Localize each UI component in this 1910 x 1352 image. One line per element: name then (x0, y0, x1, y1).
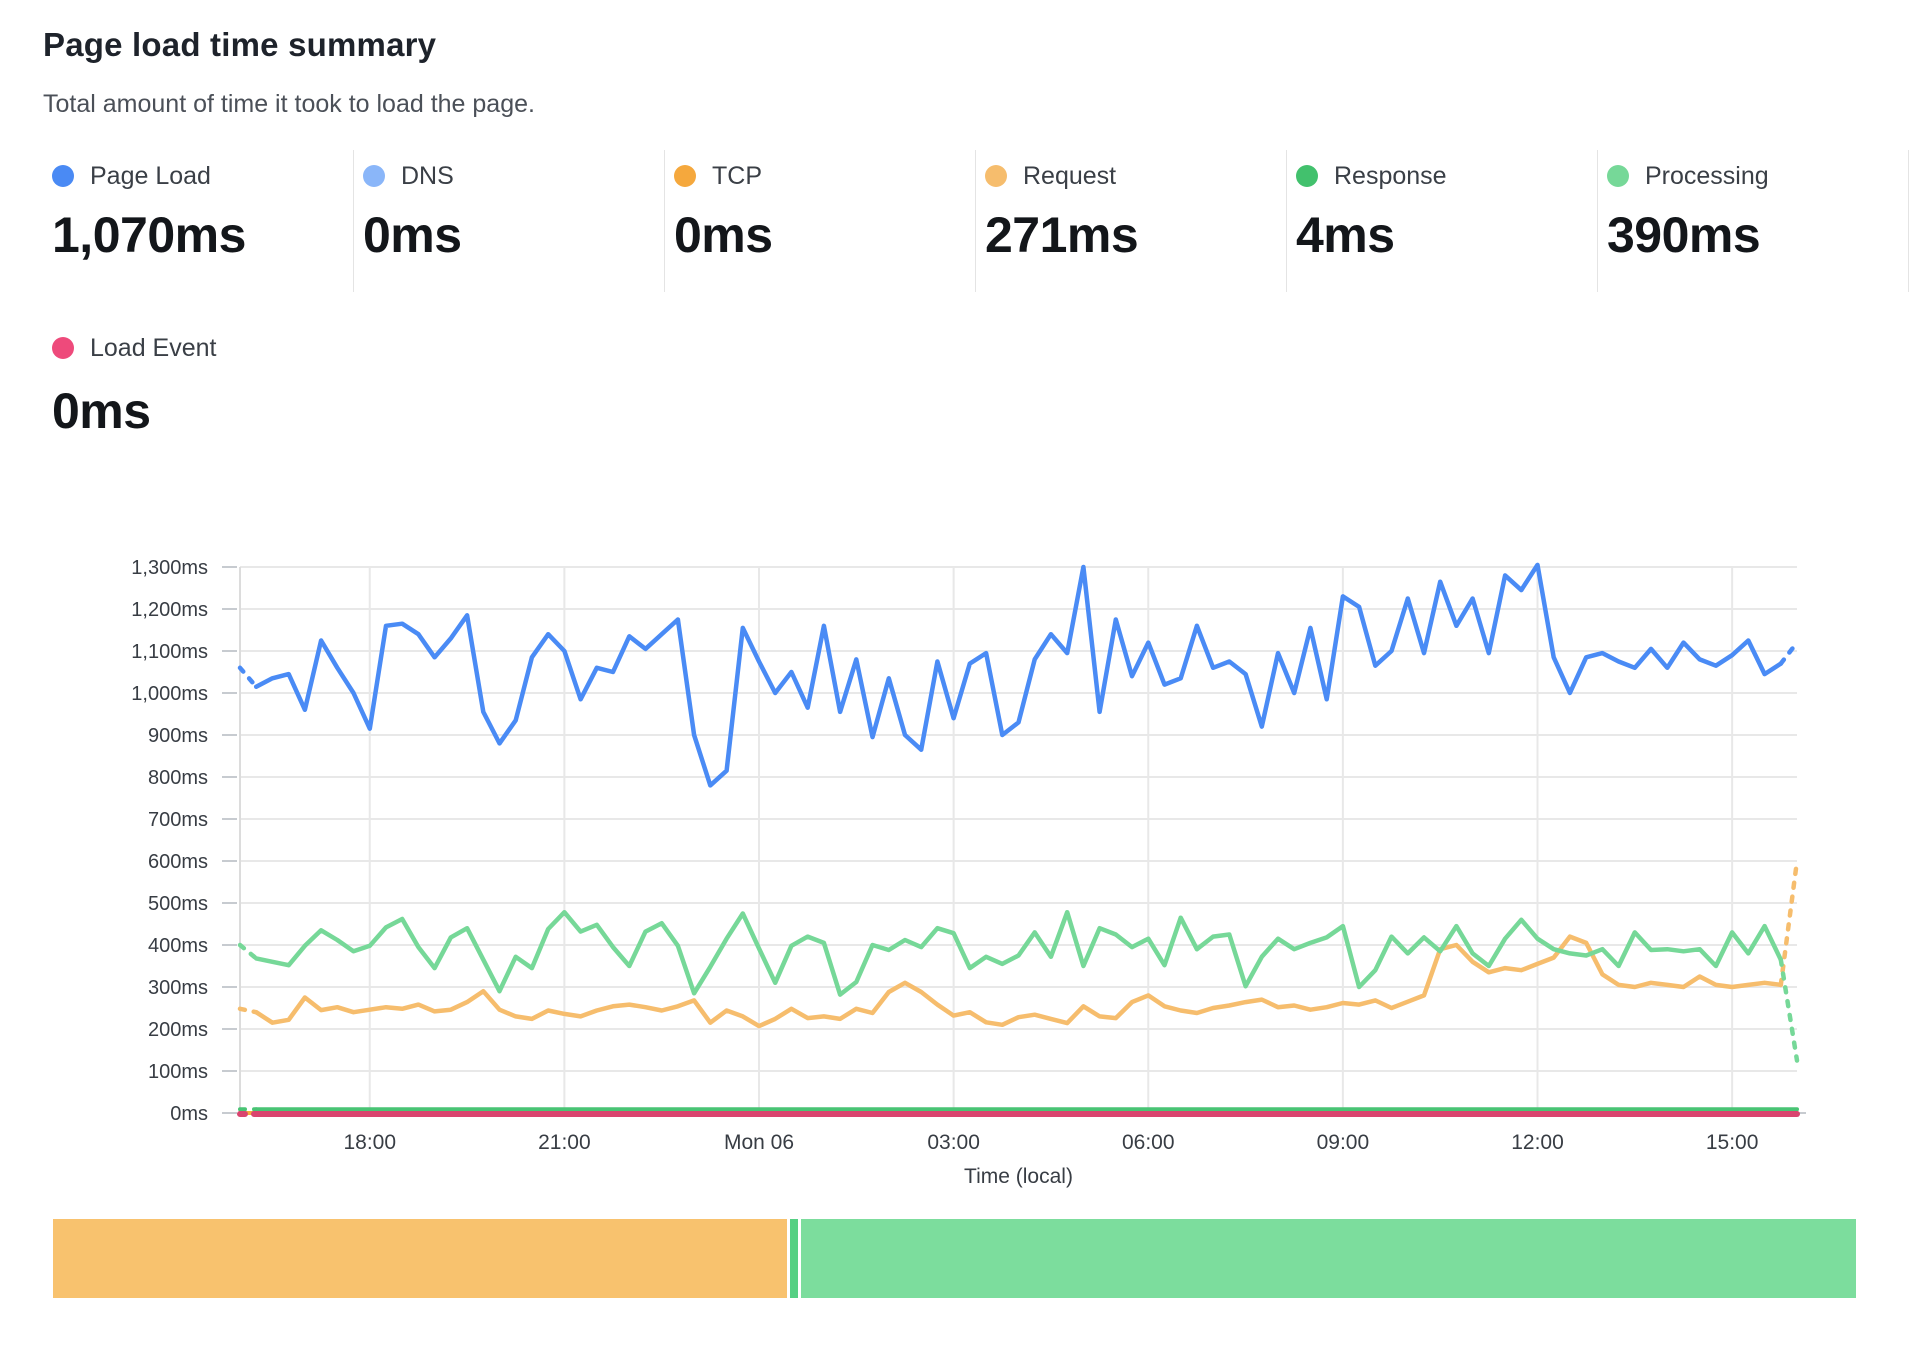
stat-value: 0ms (363, 206, 664, 264)
stat-value: 271ms (985, 206, 1286, 264)
load-event-dot-icon (52, 337, 74, 359)
y-axis-label: 600ms (148, 851, 208, 873)
x-axis-label: 03:00 (927, 1131, 980, 1154)
stat-processing: Processing 390ms (1598, 150, 1909, 292)
stat-tcp: TCP 0ms (665, 150, 976, 292)
x-axis-label: 21:00 (538, 1131, 591, 1154)
y-axis-label: 1,000ms (131, 683, 208, 705)
x-axis-label: 18:00 (343, 1131, 396, 1154)
x-axis-label: Mon 06 (724, 1131, 794, 1154)
y-axis-label: 0ms (170, 1103, 208, 1125)
stat-label: Processing (1645, 162, 1769, 191)
chart-canvas[interactable]: 0ms 100ms 200ms 300ms 400ms 500ms 600ms 700ms 80… (0, 430, 1910, 1210)
x-axis-label: 12:00 (1511, 1131, 1564, 1154)
tcp-dot-icon (674, 165, 696, 187)
dns-dot-icon (363, 165, 385, 187)
stat-label: Response (1334, 162, 1447, 191)
x-axis-label: 15:00 (1706, 1131, 1759, 1154)
x-axis-title: Time (local) (964, 1165, 1073, 1188)
series-request (1781, 861, 1797, 985)
page-subtitle: Total amount of time it took to load the… (43, 90, 535, 119)
series-page-load (1781, 643, 1797, 664)
stat-label: Load Event (90, 334, 217, 363)
stat-dns: DNS 0ms (354, 150, 665, 292)
y-axis-label: 100ms (148, 1061, 208, 1083)
stat-label: Request (1023, 162, 1116, 191)
y-axis-label: 700ms (148, 809, 208, 831)
stat-value: 390ms (1607, 206, 1908, 264)
stat-value: 0ms (674, 206, 975, 264)
stat-request: Request 271ms (976, 150, 1287, 292)
stat-value: 4ms (1296, 206, 1597, 264)
y-axis-label: 1,200ms (131, 599, 208, 621)
stat-value: 1,070ms (52, 206, 353, 264)
timeline-segment-2[interactable] (801, 1219, 1856, 1298)
series-request (240, 1009, 256, 1012)
x-axis-label: 09:00 (1317, 1131, 1370, 1154)
x-axis-label: 06:00 (1122, 1131, 1175, 1154)
request-dot-icon (985, 165, 1007, 187)
series-processing (256, 912, 1781, 994)
stat-response: Response 4ms (1287, 150, 1598, 292)
y-axis-label: 400ms (148, 935, 208, 957)
status-timeline-bar[interactable] (53, 1219, 1856, 1298)
stat-label: DNS (401, 162, 454, 191)
page-load-time-chart[interactable]: 0ms 100ms 200ms 300ms 400ms 500ms 600ms 700ms 80… (0, 430, 1910, 1210)
y-axis-label: 1,300ms (131, 557, 208, 579)
stat-page-load: Page Load 1,070ms (43, 150, 354, 292)
series-processing (240, 945, 256, 958)
page-title: Page load time summary (43, 26, 436, 64)
timeline-segment-1[interactable] (790, 1219, 798, 1298)
page-load-summary-panel: Page load time summary Total amount of t… (0, 0, 1910, 1352)
y-axis-label: 500ms (148, 893, 208, 915)
stat-label: Page Load (90, 162, 211, 191)
series-processing (1781, 960, 1797, 1061)
timeline-segment-0[interactable] (53, 1219, 787, 1298)
stat-load-event: Load Event 0ms (43, 326, 217, 440)
series-page-load (256, 565, 1781, 786)
y-axis-label: 800ms (148, 767, 208, 789)
y-axis-label: 300ms (148, 977, 208, 999)
response-dot-icon (1296, 165, 1318, 187)
y-axis-label: 900ms (148, 725, 208, 747)
series-page-load (240, 668, 256, 687)
page-load-dot-icon (52, 165, 74, 187)
y-axis-label: 200ms (148, 1019, 208, 1041)
stats-row: Page Load 1,070ms DNS 0ms TCP 0ms Reques… (43, 150, 1909, 292)
stat-label: TCP (712, 162, 762, 191)
y-axis-label: 1,100ms (131, 641, 208, 663)
processing-dot-icon (1607, 165, 1629, 187)
